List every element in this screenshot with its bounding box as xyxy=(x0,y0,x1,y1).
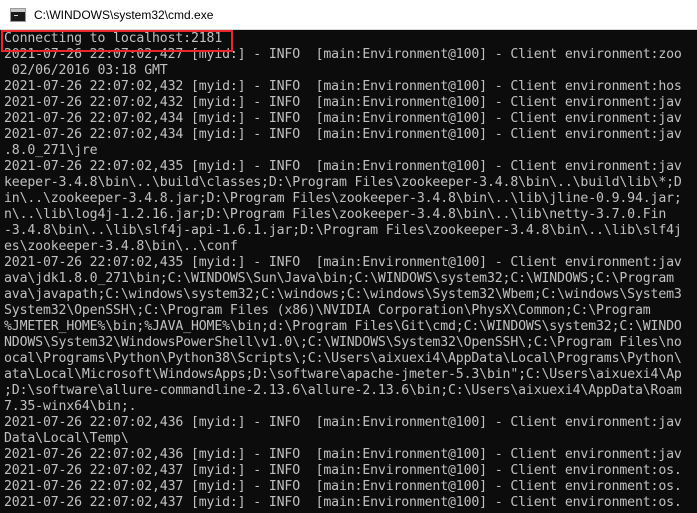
console-line: 2021-07-26 22:07:02,432 [myid:] - INFO [… xyxy=(4,95,682,110)
console-line: Data\Local\Temp\ xyxy=(4,431,129,446)
console-line: 02/06/2016 03:18 GMT xyxy=(4,63,168,78)
title-bar[interactable]: C:\WINDOWS\system32\cmd.exe xyxy=(0,0,697,30)
console-line: NDOWS\System32\WindowsPowerShell\v1.0\;C… xyxy=(4,335,682,350)
console-line: 2021-07-26 22:07:02,435 [myid:] - INFO [… xyxy=(4,159,682,174)
console-line: 2021-07-26 22:07:02,437 [myid:] - INFO [… xyxy=(4,479,682,494)
console-line: 2021-07-26 22:07:02,437 [myid:] - INFO [… xyxy=(4,495,682,510)
console-line: keeper-3.4.8\bin\..\build\classes;D:\Pro… xyxy=(4,175,682,190)
connecting-line: Connecting to localhost:2181 xyxy=(4,31,223,46)
console-line: 2021-07-26 22:07:02,436 [myid:] - INFO [… xyxy=(4,415,682,430)
console-line: ava\jdk1.8.0_271\bin;C:\WINDOWS\Sun\Java… xyxy=(4,271,674,286)
console-line: 7.35-winx64\bin;. xyxy=(4,399,137,414)
console-line: ata\Local\Microsoft\WindowsApps;D:\softw… xyxy=(4,367,682,382)
console-line: %JMETER_HOME%\bin;%JAVA_HOME%\bin;d:\Pro… xyxy=(4,319,682,334)
console-output[interactable]: Connecting to localhost:2181 2021-07-26 2… xyxy=(0,31,697,513)
window-title: C:\WINDOWS\system32\cmd.exe xyxy=(34,7,214,22)
console-line: n\..\lib\log4j-1.2.16.jar;D:\Program Fil… xyxy=(4,207,667,222)
console-line: 2021-07-26 22:07:02,435 [myid:] - INFO [… xyxy=(4,255,682,270)
console-line: ;D:\software\allure-commandline-2.13.6\a… xyxy=(4,383,682,398)
console-line: -3.4.8\bin\..\lib\slf4j-api-1.6.1.jar;D:… xyxy=(4,223,682,238)
cmd-icon xyxy=(10,7,26,22)
console-line: ocal\Programs\Python\Python38\Scripts\;C… xyxy=(4,351,682,366)
console-line: System32\OpenSSH\;C:\Program Files (x86)… xyxy=(4,303,651,318)
console-line: 2021-07-26 22:07:02,432 [myid:] - INFO [… xyxy=(4,79,682,94)
console-line: in\..\zookeeper-3.4.8.jar;D:\Program Fil… xyxy=(4,191,682,206)
console-line: .8.0_271\jre xyxy=(4,143,98,158)
console-line: 2021-07-26 22:07:02,437 [myid:] - INFO [… xyxy=(4,463,682,478)
console-line: es\zookeeper-3.4.8\bin\..\conf xyxy=(4,239,238,254)
console-line: 2021-07-26 22:07:02,436 [myid:] - INFO [… xyxy=(4,447,682,462)
console-line: 2021-07-26 22:07:02,434 [myid:] - INFO [… xyxy=(4,127,682,142)
console-line: ava\javapath;C:\windows\system32;C:\wind… xyxy=(4,287,682,302)
console-line: 2021-07-26 22:07:02,434 [myid:] - INFO [… xyxy=(4,111,682,126)
console-line: 2021-07-26 22:07:02,427 [myid:] - INFO [… xyxy=(4,47,682,62)
